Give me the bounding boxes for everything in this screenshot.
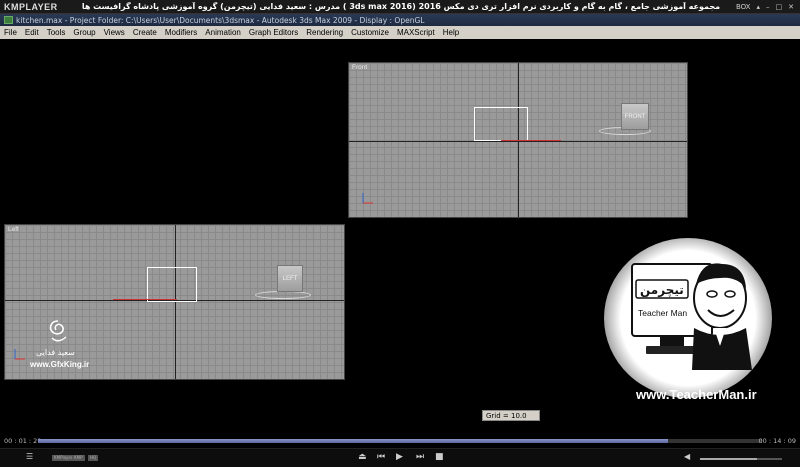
front-axis-tripod-icon bbox=[362, 193, 373, 204]
max-title-bar: kitchen.max - Project Folder: C:\Users\U… bbox=[0, 14, 800, 26]
menu-animation[interactable]: Animation bbox=[205, 28, 241, 37]
menu-edit[interactable]: Edit bbox=[25, 28, 39, 37]
box-label[interactable]: BOX bbox=[736, 3, 751, 11]
kmplayer-logo[interactable]: KMPLAYER bbox=[0, 2, 66, 12]
chip-hq[interactable]: HQ bbox=[88, 455, 99, 461]
left-selected-object[interactable] bbox=[147, 267, 197, 302]
close-icon[interactable]: ✕ bbox=[788, 3, 794, 11]
menu-views[interactable]: Views bbox=[104, 28, 125, 37]
left-viewcube-ring[interactable] bbox=[255, 291, 311, 299]
volume-slider-fill bbox=[700, 458, 758, 460]
menu-maxscript[interactable]: MAXScript bbox=[397, 28, 435, 37]
badge-persian-title: تیچرمن bbox=[640, 283, 684, 297]
menu-modifiers[interactable]: Modifiers bbox=[165, 28, 197, 37]
gfxking-logo-icon bbox=[49, 320, 67, 342]
badge-url: www.TeacherMan.ir bbox=[636, 387, 757, 402]
left-axis-tripod-icon bbox=[14, 349, 25, 360]
player-window-controls: BOX ▴ – □ ✕ bbox=[736, 3, 800, 11]
max-window-title: kitchen.max - Project Folder: C:\Users\U… bbox=[16, 15, 425, 25]
next-icon[interactable]: ⏭ bbox=[416, 452, 424, 462]
seek-bar[interactable] bbox=[38, 439, 762, 443]
watermark-author: سعید فدایی bbox=[36, 348, 75, 357]
menu-group[interactable]: Group bbox=[73, 28, 95, 37]
max-app-icon bbox=[4, 16, 13, 24]
chip-kmp[interactable]: KMP bbox=[72, 455, 85, 461]
front-viewport[interactable]: Front FRONT bbox=[348, 62, 688, 218]
front-viewport-label[interactable]: Front bbox=[352, 64, 367, 71]
front-selected-object[interactable] bbox=[474, 107, 528, 141]
menu-file[interactable]: File bbox=[4, 28, 17, 37]
grid-status: Grid = 10.0 bbox=[482, 410, 540, 421]
previous-icon[interactable]: ⏮ bbox=[377, 452, 385, 462]
menu-graph-editors[interactable]: Graph Editors bbox=[249, 28, 298, 37]
volume-icon[interactable]: ◀ bbox=[684, 452, 690, 461]
volume-slider[interactable] bbox=[700, 458, 782, 460]
playlist-icon[interactable]: ☰ bbox=[26, 452, 33, 461]
play-icon[interactable]: ▶ bbox=[396, 452, 403, 462]
total-time: 00 : 14 : 09 bbox=[758, 437, 796, 445]
left-vertical-axis bbox=[175, 225, 176, 379]
front-viewcube[interactable]: FRONT bbox=[621, 103, 649, 130]
player-controls: ☰ KMPlayer KMP HQ ⏏ ⏮ ▶ ⏭ ■ ◀ bbox=[0, 448, 800, 467]
seek-bar-fill bbox=[38, 439, 668, 443]
menu-create[interactable]: Create bbox=[133, 28, 157, 37]
player-title: مجموعه آموزشی جامع ، گام به گام و کاربرد… bbox=[81, 2, 721, 11]
menu-bar: File Edit Tools Group Views Create Modif… bbox=[0, 26, 800, 39]
menu-help[interactable]: Help bbox=[443, 28, 459, 37]
left-red-guide bbox=[113, 299, 177, 300]
minimize-icon[interactable]: – bbox=[766, 3, 770, 11]
front-red-guide bbox=[501, 140, 561, 141]
menu-rendering[interactable]: Rendering bbox=[306, 28, 343, 37]
eject-icon[interactable]: ⏏ bbox=[358, 452, 367, 462]
pin-icon[interactable]: ▴ bbox=[756, 3, 760, 11]
left-viewcube[interactable]: LEFT bbox=[277, 265, 303, 292]
watermark-site: www.GfxKing.ir bbox=[30, 360, 90, 369]
left-viewport-label[interactable]: Left bbox=[8, 226, 19, 233]
menu-customize[interactable]: Customize bbox=[351, 28, 389, 37]
menu-tools[interactable]: Tools bbox=[47, 28, 66, 37]
current-time: 00 : 01 : 29 bbox=[4, 437, 42, 445]
stop-icon[interactable]: ■ bbox=[435, 452, 444, 462]
player-title-bar: KMPLAYER مجموعه آموزشی جامع ، گام به گام… bbox=[0, 0, 800, 14]
badge-subtitle: Teacher Man bbox=[638, 308, 688, 318]
maximize-icon[interactable]: □ bbox=[776, 3, 783, 11]
